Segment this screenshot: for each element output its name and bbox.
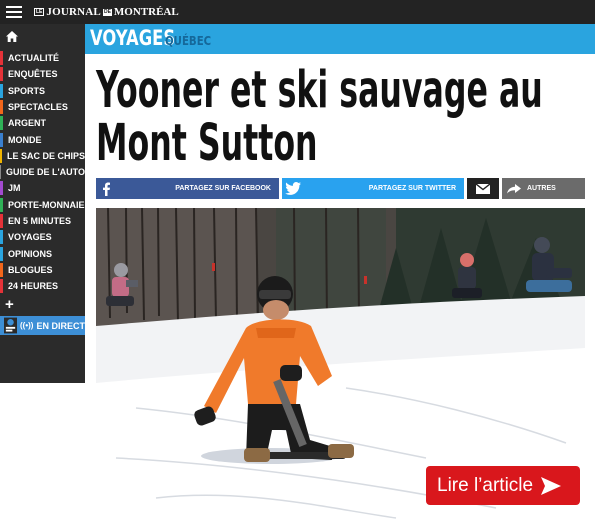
sidebar-item-0[interactable]: ACTUALITÉ <box>0 50 85 66</box>
headline-line-1: Yooner et ski sauvage au <box>96 61 543 120</box>
hamburger-menu-icon[interactable] <box>6 4 22 20</box>
sidebar-item-label: GUIDE DE L'AUTO <box>6 167 85 178</box>
article-headline: Yooner et ski sauvage au Mont Sutton <box>96 64 543 173</box>
share-facebook-button[interactable]: PARTAGEZ SUR FACEBOOK <box>96 178 279 199</box>
sidebar-item-13[interactable]: BLOGUES <box>0 262 85 278</box>
share-email-button[interactable] <box>467 178 499 199</box>
sidebar-item-color-bar <box>0 214 3 228</box>
tva-logo-icon <box>4 317 18 334</box>
sidebar-item-4[interactable]: ARGENT <box>0 115 85 131</box>
share-arrow-icon <box>507 183 521 193</box>
live-label: EN DIRECT <box>36 320 85 331</box>
facebook-icon <box>103 182 110 196</box>
site-logo[interactable]: LE JOURNAL DE MONTRÉAL <box>34 4 179 20</box>
sidebar-item-7[interactable]: GUIDE DE L'AUTO <box>0 164 85 180</box>
live-button[interactable]: ((•)) EN DIRECT <box>0 316 85 335</box>
sidebar-item-label: SPECTACLES <box>8 101 68 112</box>
sidebar-item-2[interactable]: SPORTS <box>0 83 85 99</box>
sidebar-item-11[interactable]: VOYAGES <box>0 229 85 245</box>
headline-line-2: Mont Sutton <box>96 114 318 173</box>
sidebar-item-color-bar <box>0 99 3 114</box>
sidebar-item-9[interactable]: PORTE-MONNAIE <box>0 197 85 213</box>
sidebar-item-label: 24 HEURES <box>8 281 59 292</box>
twitter-icon <box>285 182 301 195</box>
mail-icon <box>476 183 490 194</box>
sidebar-item-color-bar <box>0 83 3 98</box>
section-header: VOYAGES QUÉBEC <box>85 24 595 54</box>
section-subtitle[interactable]: QUÉBEC <box>165 34 211 48</box>
sidebar-item-label: ACTUALITÉ <box>8 53 59 63</box>
share-twitter-button[interactable]: PARTAGEZ SUR TWITTER <box>282 178 464 199</box>
sidebar-item-label: ARGENT <box>8 118 46 129</box>
sidebar-item-color-bar <box>0 51 3 65</box>
home-icon[interactable] <box>6 31 18 42</box>
sidebar-item-color-bar <box>0 262 3 277</box>
sidebar-item-label: JM <box>8 183 21 194</box>
sidebar-item-8[interactable]: JM <box>0 180 85 196</box>
sidebar-item-label: PORTE-MONNAIE <box>8 199 85 210</box>
sidebar-item-color-bar <box>0 148 2 163</box>
plus-icon[interactable]: + <box>5 297 14 312</box>
sidebar-item-5[interactable]: MONDE <box>0 132 85 148</box>
sidebar-item-color-bar <box>0 165 2 180</box>
sidebar-item-6[interactable]: LE SAC DE CHIPS <box>0 148 85 164</box>
sidebar-item-color-bar <box>0 67 3 82</box>
sidebar-item-label: SPORTS <box>8 85 46 96</box>
section-title[interactable]: VOYAGES <box>90 26 175 50</box>
arrow-right-icon <box>541 476 562 495</box>
sidebar-item-color-bar <box>0 132 3 147</box>
share-twitter-label: PARTAGEZ SUR TWITTER <box>368 185 456 192</box>
sidebar-item-10[interactable]: EN 5 MINUTES <box>0 213 85 229</box>
sidebar-item-1[interactable]: ENQUÊTES <box>0 66 85 82</box>
sidebar-item-color-bar <box>0 181 3 196</box>
logo-de: DE <box>102 8 112 16</box>
logo-journal: JOURNAL <box>46 6 101 18</box>
live-waves-icon: ((•)) <box>20 321 34 330</box>
read-article-button[interactable]: Lire l’article <box>426 466 580 505</box>
share-facebook-label: PARTAGEZ SUR FACEBOOK <box>175 185 271 192</box>
sidebar-item-label: MONDE <box>8 134 42 145</box>
logo-montreal: MONTRÉAL <box>113 6 179 18</box>
sidebar-item-color-bar <box>0 230 3 245</box>
sidebar-item-color-bar <box>0 197 3 212</box>
sidebar-item-label: OPINIONS <box>8 248 53 259</box>
sidebar-item-color-bar <box>0 246 3 261</box>
sidebar-item-label: BLOGUES <box>8 264 53 275</box>
sidebar-item-label: VOYAGES <box>8 232 52 243</box>
sidebar-item-12[interactable]: OPINIONS <box>0 246 85 262</box>
read-article-label: Lire l’article <box>437 474 534 496</box>
sidebar-item-label: ENQUÊTES <box>8 69 58 80</box>
sidebar-nav: ACTUALITÉ ENQUÊTES SPORTS SPECTACLES ARGENT M… <box>0 24 85 383</box>
top-bar: LE JOURNAL DE MONTRÉAL <box>0 0 595 24</box>
share-other-label: AUTRES <box>527 185 556 192</box>
sidebar-item-color-bar <box>0 116 3 131</box>
sidebar-item-color-bar <box>0 279 3 294</box>
sidebar-item-label: LE SAC DE CHIPS <box>6 150 85 161</box>
logo-le: LE <box>34 8 45 16</box>
share-other-button[interactable]: AUTRES <box>502 178 585 199</box>
sidebar-item-14[interactable]: 24 HEURES <box>0 278 85 294</box>
sidebar-item-3[interactable]: SPECTACLES <box>0 99 85 115</box>
sidebar-item-label: EN 5 MINUTES <box>8 216 72 226</box>
